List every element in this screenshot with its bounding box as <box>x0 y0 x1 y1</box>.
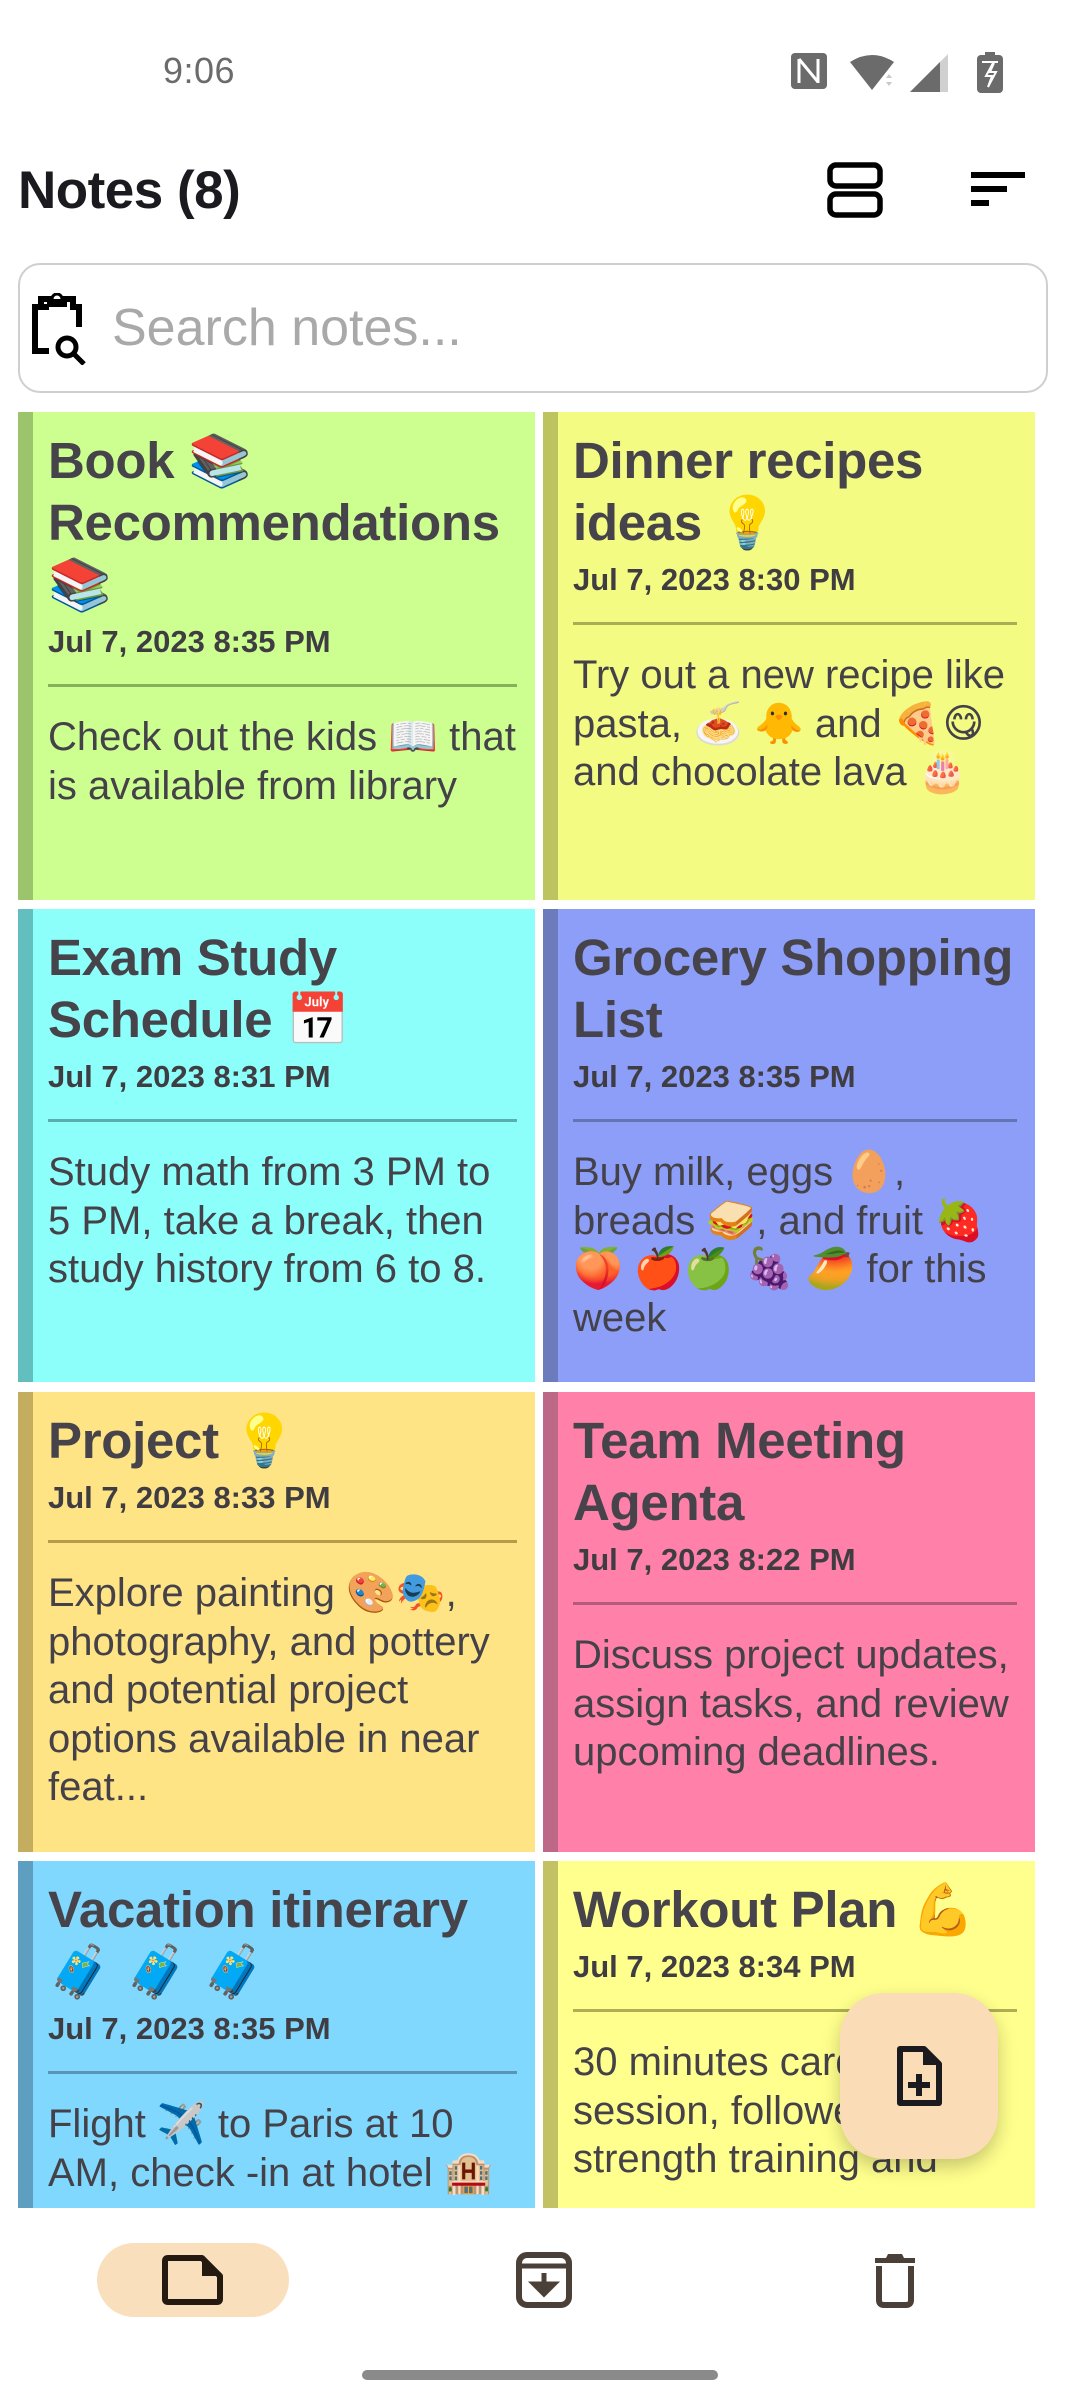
archive-icon <box>516 2252 572 2308</box>
note-title: Project 💡 <box>48 1412 296 1469</box>
note-title: Team Meeting Agenta <box>573 1412 906 1531</box>
add-note-button[interactable] <box>840 1993 998 2159</box>
status-bar: 9:06 <box>0 0 1080 130</box>
note-title: Book 📚 Recommendations 📚 <box>48 432 500 613</box>
note-date: Jul 7, 2023 8:35 PM <box>48 624 331 659</box>
search-input[interactable] <box>112 285 1012 371</box>
note-date: Jul 7, 2023 8:33 PM <box>48 1480 331 1515</box>
status-time: 9:06 <box>163 50 236 91</box>
note-color-bar <box>18 1861 33 2208</box>
note-body: Buy milk, eggs 🥚, breads 🥪, and fruit 🍓 … <box>573 1150 987 1340</box>
note-body: Check out the kids 📖 that is available f… <box>48 715 516 808</box>
nav-trash-tab[interactable] <box>799 2243 991 2317</box>
note-date: Jul 7, 2023 8:34 PM <box>573 1949 856 1984</box>
page-title: Notes (8) <box>18 161 241 220</box>
nav-archive-tab[interactable] <box>448 2243 640 2317</box>
note-title: Grocery Shopping List <box>573 929 1014 1048</box>
note-color-bar <box>18 412 33 900</box>
note-content: Vacation itinerary 🧳 🧳 🧳 Jul 7, 2023 8:35… <box>48 1879 517 2197</box>
note-divider <box>573 622 1017 625</box>
note-card[interactable]: Team Meeting Agenta Jul 7, 2023 8:22 PM Di… <box>543 1392 1035 1852</box>
note-body: Try out a new recipe like pasta, 🍝 🐥 and… <box>573 653 1006 794</box>
view-agenda-icon <box>827 162 883 218</box>
wifi-icon <box>850 55 894 90</box>
sort-button[interactable] <box>959 150 1039 230</box>
note-title: Workout Plan 💪 <box>573 1881 975 1938</box>
note-icon <box>162 2255 223 2305</box>
search-bar[interactable] <box>18 263 1048 393</box>
note-divider <box>573 1602 1017 1605</box>
note-divider <box>48 684 517 687</box>
note-divider <box>573 1119 1017 1122</box>
note-divider <box>48 1540 517 1543</box>
note-color-bar <box>543 1392 558 1852</box>
note-card[interactable]: Project 💡 Jul 7, 2023 8:33 PM Explore pain… <box>18 1392 535 1852</box>
note-date: Jul 7, 2023 8:22 PM <box>573 1542 856 1577</box>
note-date: Jul 7, 2023 8:31 PM <box>48 1059 331 1094</box>
battery-charging-icon <box>977 52 1003 93</box>
note-add-icon <box>897 2046 942 2106</box>
note-content: Book 📚 Recommendations 📚 Jul 7, 2023 8:35… <box>48 430 517 810</box>
note-card[interactable]: Book 📚 Recommendations 📚 Jul 7, 2023 8:35… <box>18 412 535 900</box>
note-color-bar <box>543 1861 558 2208</box>
notes-grid: Book 📚 Recommendations 📚 Jul 7, 2023 8:35… <box>0 412 1080 2208</box>
nav-notes-tab[interactable] <box>97 2243 289 2317</box>
app-header: Notes (8) <box>0 150 1080 240</box>
note-content: Project 💡 Jul 7, 2023 8:33 PM Explore pain… <box>48 1410 517 1812</box>
note-title: Dinner recipes ideas 💡 <box>573 432 924 551</box>
note-content: Team Meeting Agenta Jul 7, 2023 8:22 PM Di… <box>573 1410 1017 1777</box>
note-date: Jul 7, 2023 8:35 PM <box>573 1059 856 1094</box>
note-title: Vacation itinerary 🧳 🧳 🧳 <box>48 1881 468 2000</box>
trash-icon <box>875 2254 915 2308</box>
nfc-icon <box>791 53 827 89</box>
note-content: Grocery Shopping List Jul 7, 2023 8:35 PM… <box>573 927 1017 1342</box>
home-indicator[interactable] <box>362 2370 718 2380</box>
note-title: Exam Study Schedule 📅 <box>48 929 350 1048</box>
note-color-bar <box>18 909 33 1382</box>
cell-signal-icon <box>910 54 948 92</box>
note-body: Study math from 3 PM to 5 PM, take a bre… <box>48 1150 491 1291</box>
note-card[interactable]: Dinner recipes ideas 💡 Jul 7, 2023 8:30 P… <box>543 412 1035 900</box>
clipboard-search-icon <box>32 293 86 365</box>
note-divider <box>48 1119 517 1122</box>
note-divider <box>48 2071 517 2074</box>
note-body: Discuss project updates, assign tasks, a… <box>573 1633 1009 1774</box>
note-content: Dinner recipes ideas 💡 Jul 7, 2023 8:30 P… <box>573 430 1017 797</box>
note-card[interactable]: Vacation itinerary 🧳 🧳 🧳 Jul 7, 2023 8:35… <box>18 1861 535 2208</box>
note-date: Jul 7, 2023 8:35 PM <box>48 2011 331 2046</box>
note-body: Explore painting 🎨🎭, photography, and po… <box>48 1571 490 1809</box>
note-color-bar <box>543 412 558 900</box>
note-color-bar <box>18 1392 33 1852</box>
sort-icon <box>971 172 1025 206</box>
note-date: Jul 7, 2023 8:30 PM <box>573 562 856 597</box>
note-card[interactable]: Exam Study Schedule 📅 Jul 7, 2023 8:31 PM… <box>18 909 535 1382</box>
layout-toggle-button[interactable] <box>815 150 895 230</box>
note-color-bar <box>543 909 558 1382</box>
note-card[interactable]: Grocery Shopping List Jul 7, 2023 8:35 PM… <box>543 909 1035 1382</box>
note-body: Flight ✈️ to Paris at 10 AM, check -in a… <box>48 2102 494 2195</box>
note-content: Exam Study Schedule 📅 Jul 7, 2023 8:31 PM… <box>48 927 517 1294</box>
